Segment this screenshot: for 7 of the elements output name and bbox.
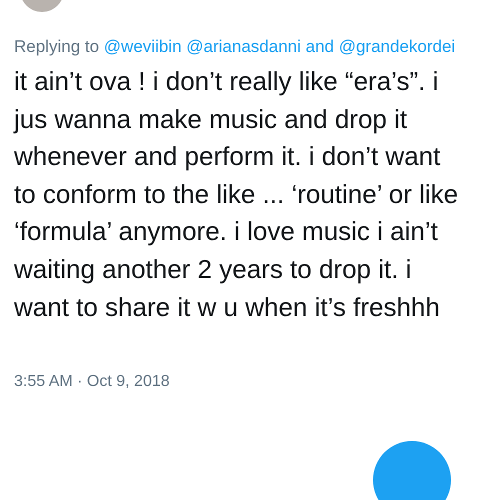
mention-link[interactable]: @grandekordei: [338, 37, 456, 56]
reply-line: Replying to @weviibin @arianasdanni and @grandekordei: [14, 36, 456, 58]
tweet-text: it ain’t ova ! i don’t really like “era’s”. i jus wanna make music and drop it whenever and perform it. i don’t want to conform to the like ... ‘routine’ or like ‘formula’ anymore. i love music i ain’t waiting another 2 years to drop it. i want to share it w u when it’s freshhh: [14, 65, 460, 324]
mention-link[interactable]: @arianasdanni: [186, 37, 301, 56]
mention-link[interactable]: @weviibin: [104, 37, 182, 56]
compose-button[interactable]: [373, 441, 451, 500]
timestamp: 3:55 AM · Oct 9, 2018: [14, 372, 171, 392]
